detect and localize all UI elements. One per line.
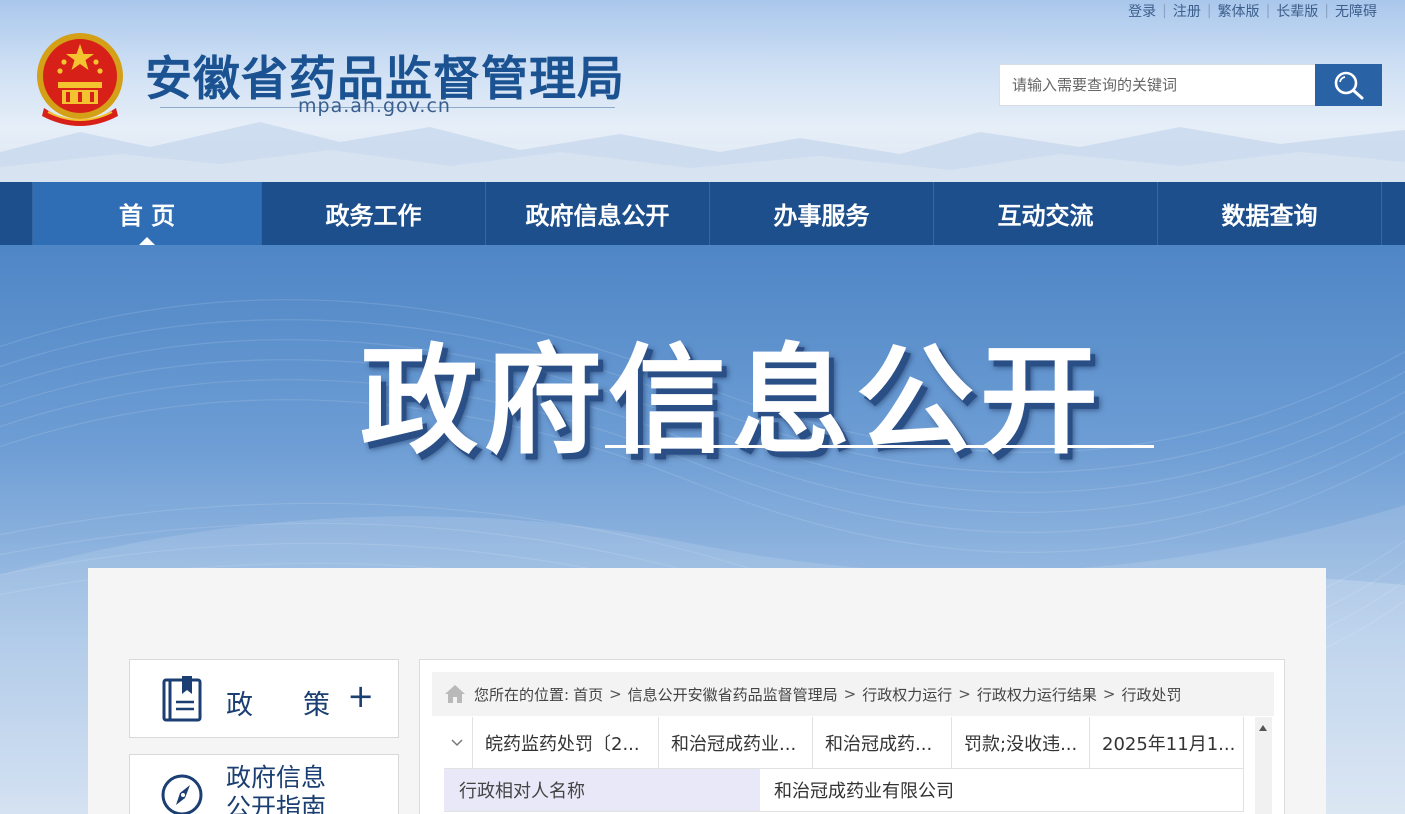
register-link[interactable]: 注册	[1167, 1, 1207, 21]
penalty-record: 皖药监药处罚〔2... 和治冠成药业... 和治冠成药... 罚款;没收违...…	[444, 717, 1244, 812]
breadcrumb-disclosure[interactable]: 信息公开安徽省药品监督管理局	[628, 684, 838, 705]
nav-label: 互动交流	[997, 202, 1094, 230]
search-bar	[999, 64, 1382, 106]
nav-label: 政府信息公开	[525, 202, 670, 230]
sidebar-item-label: 政府信息 公开指南	[226, 763, 327, 814]
record-detail-row: 行政相对人名称 和治冠成药业有限公司	[444, 769, 1244, 812]
banner-title: 政府信息公开	[360, 332, 1105, 470]
record-party-name-2: 和治冠成药...	[812, 717, 951, 769]
breadcrumb-separator: >	[843, 685, 857, 703]
collapse-toggle[interactable]	[444, 717, 472, 769]
site-header: 登录 | 注册 | 繁体版 | 长辈版 | 无障碍 安徽省药品监督管理局 mpa.ah.…	[0, 0, 1405, 182]
traditional-chinese-link[interactable]: 繁体版	[1212, 1, 1266, 21]
banner-underline	[605, 445, 1154, 448]
record-case-number: 皖药监药处罚〔2...	[472, 717, 658, 769]
nav-label: 数据查询	[1221, 202, 1318, 230]
nav-label: 政务工作	[325, 202, 422, 230]
breadcrumb-admin-power[interactable]: 行政权力运行	[862, 684, 952, 705]
active-indicator	[139, 237, 155, 245]
main-panel: 您所在的位置: 首页 > 信息公开安徽省药品监督管理局 > 行政权力运行 > 行…	[419, 659, 1285, 814]
sidebar-item-disclosure-guide[interactable]: 政府信息 公开指南	[129, 754, 399, 814]
national-emblem-icon[interactable]	[34, 32, 126, 128]
search-icon	[1334, 71, 1363, 100]
record-summary-row[interactable]: 皖药监药处罚〔2... 和治冠成药业... 和治冠成药... 罚款;没收违...…	[444, 717, 1244, 769]
scroll-up-icon[interactable]	[1259, 725, 1267, 731]
nav-information-disclosure[interactable]: 政府信息公开	[486, 182, 710, 245]
elderly-mode-link[interactable]: 长辈版	[1270, 1, 1324, 21]
site-domain: mpa.ah.gov.cn	[298, 95, 451, 117]
book-icon	[162, 676, 202, 722]
nav-interaction[interactable]: 互动交流	[934, 182, 1158, 245]
breadcrumb-home[interactable]: 首页	[573, 684, 603, 705]
expand-plus-icon[interactable]: +	[347, 680, 374, 712]
detail-key: 行政相对人名称	[444, 769, 760, 811]
login-link[interactable]: 登录	[1122, 1, 1162, 21]
search-button[interactable]	[1315, 64, 1382, 106]
nav-data-query[interactable]: 数据查询	[1158, 182, 1382, 245]
nav-government-affairs[interactable]: 政务工作	[262, 182, 486, 245]
breadcrumb-prefix: 您所在的位置:	[474, 685, 570, 704]
accessibility-link[interactable]: 无障碍	[1329, 1, 1383, 21]
nav-label: 办事服务	[773, 202, 870, 230]
top-links: 登录 | 注册 | 繁体版 | 长辈版 | 无障碍	[1122, 0, 1383, 22]
compass-icon	[161, 774, 203, 814]
detail-value: 和治冠成药业有限公司	[760, 769, 1244, 811]
content-area: 政策 + 政府信息 公开指南 您所在的位置: 首页 > 信息公开安徽省药品监督管理…	[88, 568, 1326, 814]
breadcrumb-separator: >	[1102, 685, 1116, 703]
sidebar-item-policy[interactable]: 政策 +	[129, 659, 399, 738]
nav-services[interactable]: 办事服务	[710, 182, 934, 245]
breadcrumb: 您所在的位置: 首页 > 信息公开安徽省药品监督管理局 > 行政权力运行 > 行…	[432, 672, 1274, 716]
nav-label: 首 页	[118, 202, 176, 230]
breadcrumb-admin-penalty[interactable]: 行政处罚	[1121, 684, 1181, 705]
sidebar-item-label: 政策	[226, 690, 330, 721]
breadcrumb-separator: >	[609, 685, 622, 703]
nav-home[interactable]: 首 页	[32, 182, 262, 245]
breadcrumb-admin-power-results[interactable]: 行政权力运行结果	[977, 684, 1097, 705]
main-nav: 首 页 政务工作 政府信息公开 办事服务 互动交流 数据查询	[0, 182, 1405, 245]
scrollbar[interactable]	[1255, 717, 1272, 814]
search-input[interactable]	[999, 64, 1315, 106]
record-party-name: 和治冠成药业...	[658, 717, 812, 769]
chevron-down-icon	[451, 739, 463, 747]
record-date: 2025年11月1...	[1089, 717, 1244, 769]
record-penalty-type: 罚款;没收违...	[951, 717, 1089, 769]
home-icon	[445, 685, 465, 703]
breadcrumb-separator: >	[958, 685, 971, 703]
